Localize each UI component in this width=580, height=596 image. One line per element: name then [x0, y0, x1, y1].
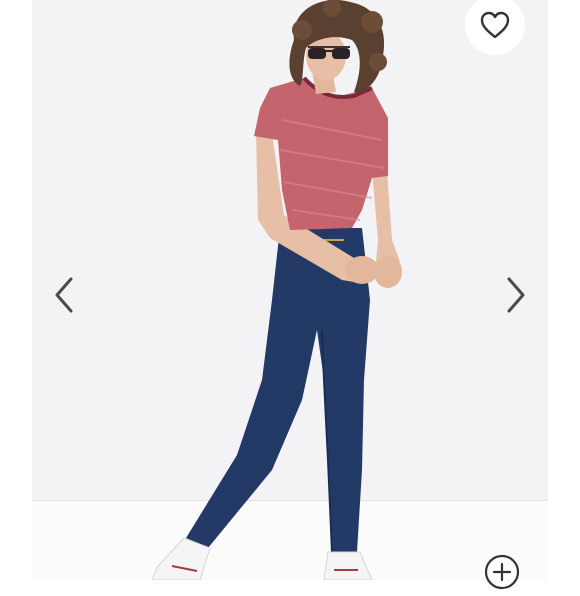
previous-image-button[interactable]	[44, 270, 84, 320]
next-image-button[interactable]	[496, 270, 536, 320]
zoom-in-plus-icon	[484, 554, 520, 590]
chevron-left-icon	[55, 277, 73, 313]
chevron-right-icon	[507, 277, 525, 313]
product-image-viewer	[0, 0, 580, 590]
heart-outline-icon	[480, 11, 510, 39]
zoom-button[interactable]	[483, 553, 521, 591]
right-sneaker	[323, 551, 373, 580]
model-figure	[151, 0, 402, 580]
product-photo[interactable]	[32, 0, 548, 580]
left-sneaker	[151, 537, 211, 580]
